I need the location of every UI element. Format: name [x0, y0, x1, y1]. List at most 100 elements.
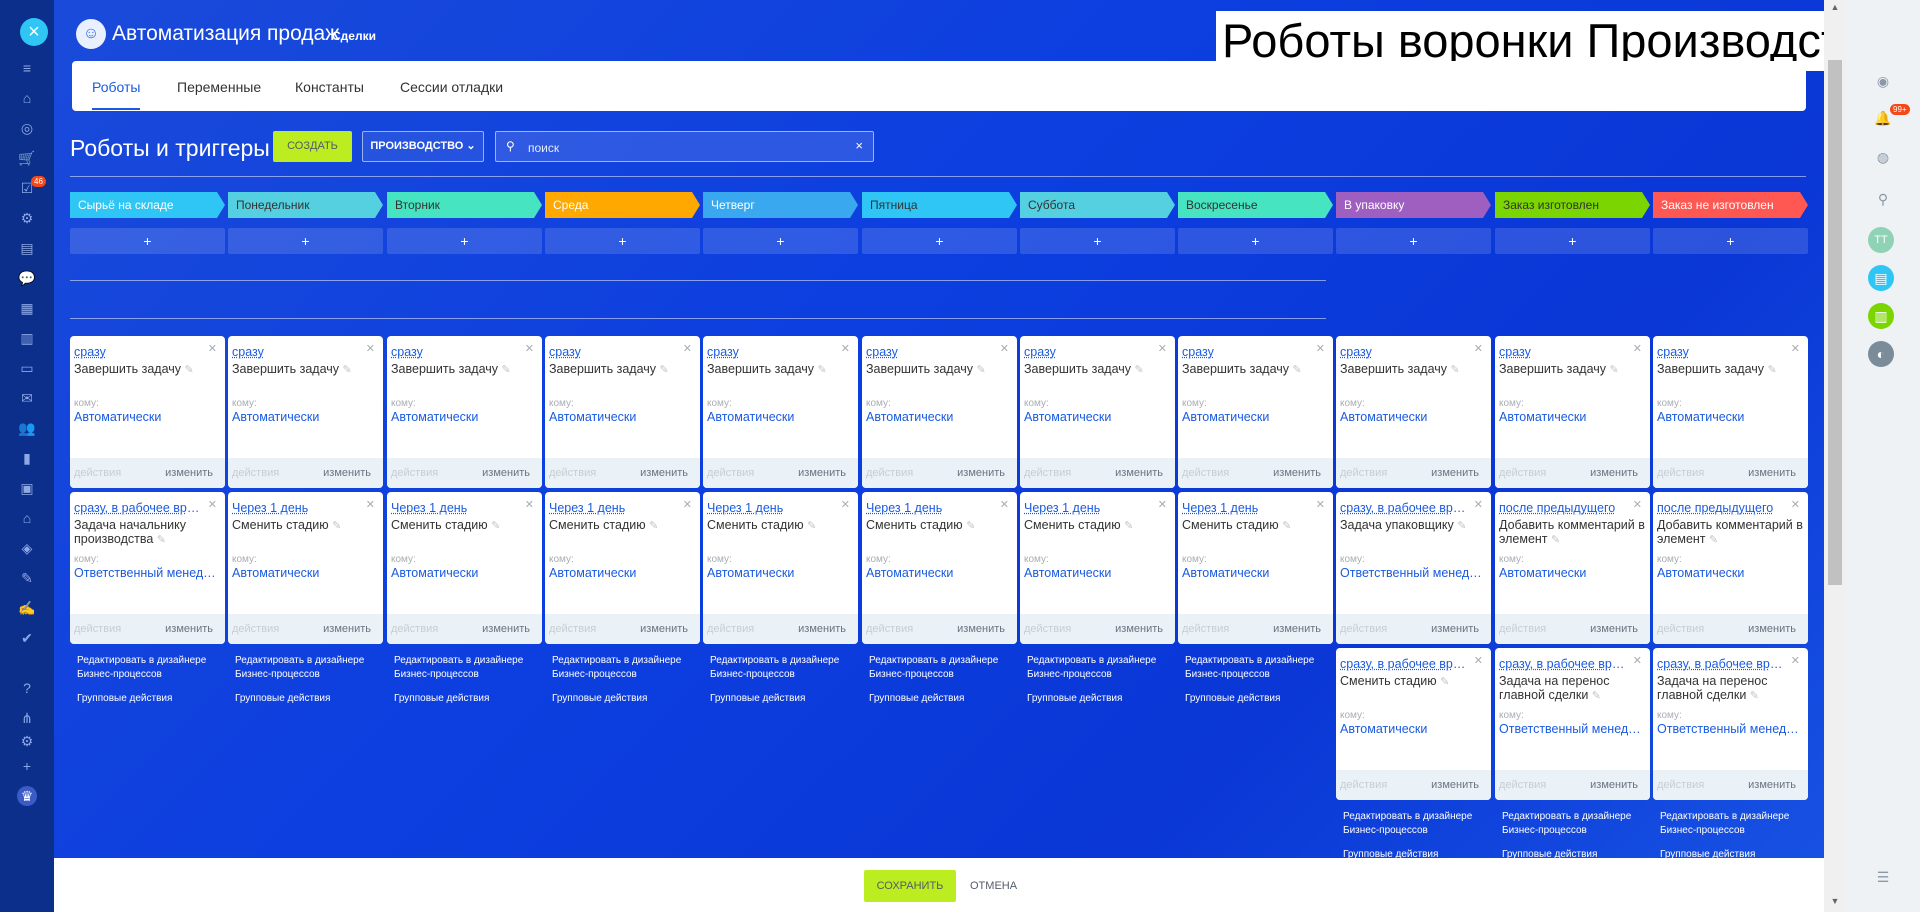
- structure-icon[interactable]: ⋔: [17, 708, 37, 728]
- change-link[interactable]: изменить: [957, 623, 1005, 635]
- change-link[interactable]: изменить: [1748, 779, 1796, 791]
- filter-icon[interactable]: ≡: [17, 58, 37, 78]
- robot-condition[interactable]: сразу, в рабочее время: [1499, 657, 1631, 671]
- funnel-selector[interactable]: ПРОИЗВОДСТВО ⌄: [362, 131, 484, 162]
- delete-robot-icon[interactable]: ✕: [1158, 498, 1167, 511]
- robot-responsible[interactable]: Автоматически: [1182, 410, 1328, 424]
- group-actions-link[interactable]: Групповые действия: [235, 692, 385, 706]
- delete-robot-icon[interactable]: ✕: [525, 498, 534, 511]
- change-link[interactable]: изменить: [323, 467, 371, 479]
- shop-icon[interactable]: ⌂: [17, 508, 37, 528]
- change-link[interactable]: изменить: [957, 467, 1005, 479]
- actions-link[interactable]: действия: [1499, 779, 1546, 791]
- robot-condition[interactable]: сразу: [1499, 345, 1631, 359]
- pencil-icon[interactable]: ✎: [1135, 364, 1144, 376]
- add-robot-button[interactable]: +: [1020, 228, 1175, 254]
- actions-link[interactable]: действия: [1024, 623, 1071, 635]
- actions-link[interactable]: действия: [1499, 623, 1546, 635]
- delete-robot-icon[interactable]: ✕: [1474, 654, 1483, 667]
- sign-icon[interactable]: ✍: [17, 598, 37, 618]
- robot-responsible[interactable]: Ответственный менеджер: [1657, 722, 1803, 736]
- actions-link[interactable]: действия: [1657, 623, 1704, 635]
- edit-in-designer-link[interactable]: Редактировать в дизайнере Бизнес-процесс…: [235, 654, 385, 682]
- change-link[interactable]: изменить: [165, 467, 213, 479]
- pencil-icon[interactable]: ✎: [1768, 364, 1777, 376]
- clear-search-icon[interactable]: ×: [855, 138, 863, 153]
- change-link[interactable]: изменить: [482, 467, 530, 479]
- robot-condition[interactable]: сразу: [74, 345, 206, 359]
- robot-responsible[interactable]: Автоматически: [1657, 410, 1803, 424]
- group-actions-link[interactable]: Групповые действия: [77, 692, 227, 706]
- pencil-icon[interactable]: ✎: [1592, 690, 1601, 702]
- add-icon[interactable]: +: [17, 756, 37, 776]
- pencil-icon[interactable]: ✎: [1440, 676, 1449, 688]
- pencil-icon[interactable]: ✎: [1551, 534, 1560, 546]
- delete-robot-icon[interactable]: ✕: [366, 498, 375, 511]
- delete-robot-icon[interactable]: ✕: [525, 342, 534, 355]
- robot-card[interactable]: сразу ✕ Завершить задачу ✎ кому: Автоматичес…: [545, 336, 700, 488]
- robot-card[interactable]: Через 1 день ✕ Сменить стадию ✎ кому: Автома…: [1020, 492, 1175, 644]
- group-actions-link[interactable]: Групповые действия: [1185, 692, 1335, 706]
- tab-constants[interactable]: Константы: [295, 79, 364, 95]
- robot-responsible[interactable]: Автоматически: [232, 566, 378, 580]
- change-link[interactable]: изменить: [323, 623, 371, 635]
- robot-card[interactable]: Через 1 день ✕ Сменить стадию ✎ кому: Автома…: [862, 492, 1017, 644]
- edit-in-designer-link[interactable]: Редактировать в дизайнере Бизнес-процесс…: [1502, 810, 1652, 838]
- change-link[interactable]: изменить: [1590, 623, 1638, 635]
- robot-condition[interactable]: сразу: [866, 345, 998, 359]
- pencil-icon[interactable]: ✎: [1709, 534, 1718, 546]
- robot-responsible[interactable]: Автоматически: [549, 566, 695, 580]
- robot-card[interactable]: сразу ✕ Завершить задачу ✎ кому: Автоматичес…: [1178, 336, 1333, 488]
- robot-card[interactable]: сразу, в рабочее время ✕ Задача начальнику…: [70, 492, 225, 644]
- change-link[interactable]: изменить: [1748, 623, 1796, 635]
- robot-card[interactable]: сразу ✕ Завершить задачу ✎ кому: Автоматичес…: [862, 336, 1017, 488]
- group-actions-link[interactable]: Групповые действия: [1027, 692, 1177, 706]
- chat-icon[interactable]: ▤: [1868, 265, 1894, 291]
- robot-condition[interactable]: после предыдущего: [1657, 501, 1789, 515]
- create-button[interactable]: СОЗДАТЬ: [273, 131, 352, 162]
- delete-robot-icon[interactable]: ✕: [1791, 498, 1800, 511]
- add-robot-button[interactable]: +: [1336, 228, 1491, 254]
- save-button[interactable]: СОХРАНИТЬ: [864, 870, 956, 902]
- add-robot-button[interactable]: +: [1495, 228, 1650, 254]
- mail-icon[interactable]: ✉: [17, 388, 37, 408]
- actions-link[interactable]: действия: [1657, 467, 1704, 479]
- delete-robot-icon[interactable]: ✕: [1474, 498, 1483, 511]
- robot-condition[interactable]: сразу: [1657, 345, 1789, 359]
- settings-icon[interactable]: ⚙: [17, 731, 37, 751]
- robot-card[interactable]: сразу ✕ Завершить задачу ✎ кому: Автоматичес…: [1336, 336, 1491, 488]
- robot-card[interactable]: Через 1 день ✕ Сменить стадию ✎ кому: Автома…: [387, 492, 542, 644]
- edit-in-designer-link[interactable]: Редактировать в дизайнере Бизнес-процесс…: [552, 654, 702, 682]
- analytics-icon[interactable]: ▮: [17, 448, 37, 468]
- target-icon[interactable]: ◎: [17, 118, 37, 138]
- actions-link[interactable]: действия: [549, 623, 596, 635]
- robot-responsible[interactable]: Автоматически: [391, 566, 537, 580]
- edit-in-designer-link[interactable]: Редактировать в дизайнере Бизнес-процесс…: [1027, 654, 1177, 682]
- group-actions-link[interactable]: Групповые действия: [710, 692, 860, 706]
- add-robot-button[interactable]: +: [545, 228, 700, 254]
- group-actions-link[interactable]: Групповые действия: [394, 692, 544, 706]
- robot-condition[interactable]: Через 1 день: [549, 501, 681, 515]
- search-input[interactable]: [526, 138, 830, 158]
- actions-link[interactable]: действия: [1340, 779, 1387, 791]
- robot-condition[interactable]: после предыдущего: [1499, 501, 1631, 515]
- change-link[interactable]: изменить: [798, 467, 846, 479]
- tab-debug-sessions[interactable]: Сессии отладки: [400, 79, 503, 95]
- pencil-icon[interactable]: ✎: [1282, 520, 1291, 532]
- tab-robots[interactable]: Роботы: [92, 79, 141, 110]
- delete-robot-icon[interactable]: ✕: [841, 498, 850, 511]
- robot-card[interactable]: сразу ✕ Завершить задачу ✎ кому: Автоматичес…: [1020, 336, 1175, 488]
- robot-card[interactable]: после предыдущего ✕ Добавить комментарий в…: [1495, 492, 1650, 644]
- actions-link[interactable]: действия: [232, 467, 279, 479]
- delete-robot-icon[interactable]: ✕: [1000, 498, 1009, 511]
- pencil-icon[interactable]: ✎: [1124, 520, 1133, 532]
- menu-icon[interactable]: ☰: [1868, 862, 1898, 892]
- pencil-icon[interactable]: ✎: [660, 364, 669, 376]
- add-robot-button[interactable]: +: [70, 228, 225, 254]
- change-link[interactable]: изменить: [1748, 467, 1796, 479]
- robot-card[interactable]: Через 1 день ✕ Сменить стадию ✎ кому: Автома…: [703, 492, 858, 644]
- crown-icon[interactable]: ♛: [17, 786, 37, 806]
- add-robot-button[interactable]: +: [703, 228, 858, 254]
- robot-responsible[interactable]: Автоматически: [1024, 410, 1170, 424]
- robot-responsible[interactable]: Ответственный менеджер: [74, 566, 220, 580]
